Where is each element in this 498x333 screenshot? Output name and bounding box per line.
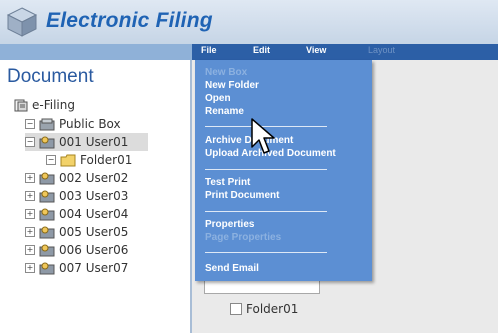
menu-view[interactable]: View bbox=[306, 45, 326, 55]
mouse-pointer-icon bbox=[251, 118, 275, 154]
expand-icon[interactable]: + bbox=[25, 173, 35, 183]
tree-item-user01[interactable]: − 001 User01 bbox=[25, 133, 148, 151]
tree-label: 003 User03 bbox=[59, 189, 129, 203]
tree-item-user04[interactable]: + 004 User04 bbox=[25, 205, 128, 223]
tree-item-user03[interactable]: + 003 User03 bbox=[25, 187, 128, 205]
tree-item-folder01[interactable]: − Folder01 bbox=[46, 151, 132, 169]
file-dropdown-menu: New Box New Folder Open Rename Archive D… bbox=[195, 60, 372, 281]
menu-item-test-print[interactable]: Test Print bbox=[205, 177, 250, 188]
expand-icon[interactable]: + bbox=[25, 263, 35, 273]
menu-item-properties[interactable]: Properties bbox=[205, 219, 254, 230]
folder-checkbox[interactable] bbox=[230, 303, 242, 315]
user-box-icon bbox=[39, 226, 55, 238]
expand-icon[interactable]: + bbox=[25, 191, 35, 201]
public-box-icon bbox=[39, 118, 55, 130]
user-box-icon bbox=[39, 190, 55, 202]
menu-item-rename[interactable]: Rename bbox=[205, 106, 244, 117]
tree-label: 001 User01 bbox=[59, 135, 129, 149]
menu-separator bbox=[205, 169, 327, 170]
menu-item-new-folder[interactable]: New Folder bbox=[205, 80, 259, 91]
tree-item-public-box[interactable]: − Public Box bbox=[25, 115, 121, 133]
user-box-icon bbox=[39, 208, 55, 220]
app-title: Electronic Filing bbox=[46, 9, 213, 32]
collapse-icon[interactable]: − bbox=[46, 155, 56, 165]
menu-item-print-document[interactable]: Print Document bbox=[205, 190, 279, 201]
e-filing-logo-icon bbox=[6, 7, 38, 37]
tree-item-user07[interactable]: + 007 User07 bbox=[25, 259, 128, 277]
tree-label: 007 User07 bbox=[59, 261, 129, 275]
tree-label: 006 User06 bbox=[59, 243, 129, 257]
tree-item-e-filing[interactable]: e-Filing bbox=[14, 96, 75, 114]
collapse-icon[interactable]: − bbox=[25, 137, 35, 147]
user-box-icon bbox=[39, 172, 55, 184]
menu-file[interactable]: File bbox=[201, 45, 217, 55]
menu-item-open[interactable]: Open bbox=[205, 93, 231, 104]
menu-bar-right: File Edit View Layout bbox=[192, 44, 498, 60]
tree-label: 004 User04 bbox=[59, 207, 129, 221]
tree-label: 005 User05 bbox=[59, 225, 129, 239]
menu-bar-left bbox=[0, 44, 192, 60]
pane-heading: Document bbox=[7, 66, 94, 87]
menu-item-send-email[interactable]: Send Email bbox=[205, 263, 259, 274]
document-tree-pane: Document e-Filing − Public Box − 001 Use… bbox=[0, 60, 192, 333]
folder-label: Folder01 bbox=[246, 302, 299, 316]
tree-label: Public Box bbox=[59, 117, 121, 131]
tree-label: 002 User02 bbox=[59, 171, 129, 185]
collapse-icon[interactable]: − bbox=[25, 119, 35, 129]
user-box-icon bbox=[39, 136, 55, 148]
menu-layout: Layout bbox=[368, 45, 396, 55]
menu-item-page-properties: Page Properties bbox=[205, 232, 282, 243]
tree-item-user02[interactable]: + 002 User02 bbox=[25, 169, 128, 187]
e-filing-icon bbox=[14, 99, 28, 111]
menu-edit[interactable]: Edit bbox=[253, 45, 270, 55]
content-folder-item[interactable]: Folder01 bbox=[230, 302, 298, 316]
tree-item-user06[interactable]: + 006 User06 bbox=[25, 241, 128, 259]
expand-icon[interactable]: + bbox=[25, 227, 35, 237]
tree-label: Folder01 bbox=[80, 153, 133, 167]
tree-label: e-Filing bbox=[32, 98, 75, 112]
app-header: Electronic Filing bbox=[0, 0, 498, 44]
user-box-icon bbox=[39, 244, 55, 256]
menu-item-new-box: New Box bbox=[205, 67, 248, 78]
menu-separator bbox=[205, 211, 327, 212]
menu-bar: File Edit View Layout bbox=[0, 44, 498, 60]
user-box-icon bbox=[39, 262, 55, 274]
folder-icon bbox=[60, 154, 76, 166]
content-list-box bbox=[204, 281, 320, 294]
expand-icon[interactable]: + bbox=[25, 209, 35, 219]
tree-item-user05[interactable]: + 005 User05 bbox=[25, 223, 128, 241]
menu-separator bbox=[205, 252, 327, 253]
expand-icon[interactable]: + bbox=[25, 245, 35, 255]
